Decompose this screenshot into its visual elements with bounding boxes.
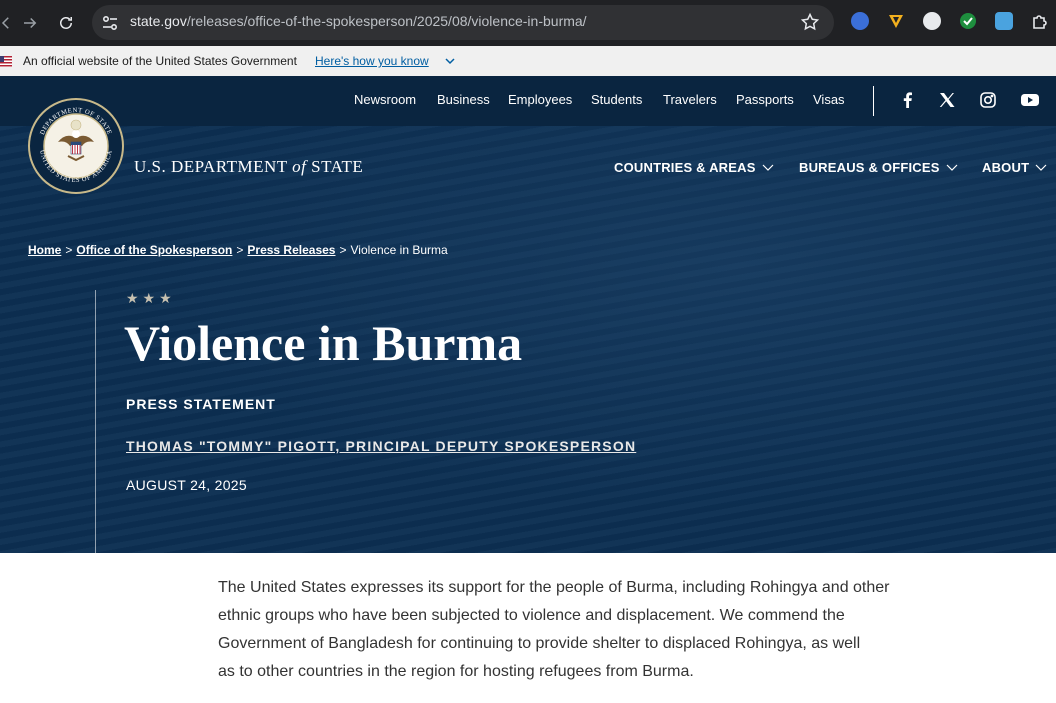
utility-link-visas[interactable]: Visas <box>813 92 845 107</box>
nav-bureaus-offices[interactable]: BUREAUS & OFFICES <box>799 160 958 175</box>
nav-about[interactable]: ABOUT <box>982 160 1047 175</box>
url-text[interactable]: state.gov/releases/office-of-the-spokesp… <box>130 13 587 29</box>
x-icon[interactable] <box>938 91 956 109</box>
facebook-icon[interactable] <box>899 91 917 109</box>
bookmark-star-icon[interactable] <box>800 12 820 32</box>
department-seal-logo[interactable]: DEPARTMENT OF STATE UNITED STATES OF AME… <box>28 98 124 194</box>
article-date: AUGUST 24, 2025 <box>126 477 247 493</box>
divider <box>873 86 874 116</box>
forward-icon[interactable] <box>16 9 44 37</box>
body-paragraph: The United States expresses its support … <box>218 579 890 680</box>
chevron-down-icon <box>946 164 958 171</box>
author-link[interactable]: THOMAS "TOMMY" PIGOTT, PRINCIPAL DEPUTY … <box>126 438 636 454</box>
breadcrumb: Home > Office of the Spokesperson > Press Re… <box>28 243 448 257</box>
address-bar[interactable]: state.gov/releases/office-of-the-spokesp… <box>92 5 834 40</box>
breadcrumb-home[interactable]: Home <box>28 243 61 257</box>
utility-link-employees[interactable]: Employees <box>508 92 572 107</box>
chevron-down-icon[interactable] <box>444 55 456 67</box>
chevron-down-icon <box>1035 164 1047 171</box>
chevron-down-icon <box>762 164 774 171</box>
page-title: Violence in Burma <box>124 315 523 371</box>
article-type: PRESS STATEMENT <box>126 396 276 412</box>
reload-icon[interactable] <box>52 9 80 37</box>
extension-globe-icon[interactable] <box>851 12 869 30</box>
extension-triangle-icon[interactable] <box>887 12 905 30</box>
stars-icon: ★★★ <box>126 290 176 306</box>
vertical-rule <box>95 290 96 553</box>
instagram-icon[interactable] <box>979 91 997 109</box>
extension-check-icon[interactable] <box>959 12 977 30</box>
utility-link-students[interactable]: Students <box>591 92 642 107</box>
utility-link-business[interactable]: Business <box>437 92 490 107</box>
breadcrumb-current: Violence in Burma <box>350 243 448 257</box>
heres-how-you-know-link[interactable]: Here's how you know <box>315 54 429 68</box>
extension-book-icon[interactable] <box>995 12 1013 30</box>
gov-banner: An official website of the United States… <box>0 46 1056 76</box>
article-body: The United States expresses its support … <box>218 574 918 686</box>
breadcrumb-press-releases[interactable]: Press Releases <box>247 243 335 257</box>
utility-link-newsroom[interactable]: Newsroom <box>354 92 416 107</box>
nav-countries-areas[interactable]: COUNTRIES & AREAS <box>614 160 774 175</box>
department-name-wordmark[interactable]: U.S. DEPARTMENT of STATE <box>134 157 363 177</box>
site-header: Newsroom Business Employees Students Tra… <box>0 76 1056 553</box>
utility-nav: Newsroom Business Employees Students Tra… <box>0 76 1056 126</box>
site-info-icon[interactable] <box>100 13 120 33</box>
us-flag-icon <box>0 56 12 67</box>
extension-spiral-icon[interactable] <box>923 12 941 30</box>
utility-link-passports[interactable]: Passports <box>736 92 794 107</box>
gov-banner-text: An official website of the United States… <box>23 54 297 68</box>
breadcrumb-office-of-the-spokesperson[interactable]: Office of the Spokesperson <box>76 243 232 257</box>
extensions-puzzle-icon[interactable] <box>1031 12 1049 30</box>
youtube-icon[interactable] <box>1020 91 1040 109</box>
browser-toolbar: state.gov/releases/office-of-the-spokesp… <box>0 0 1056 46</box>
utility-link-travelers[interactable]: Travelers <box>663 92 717 107</box>
